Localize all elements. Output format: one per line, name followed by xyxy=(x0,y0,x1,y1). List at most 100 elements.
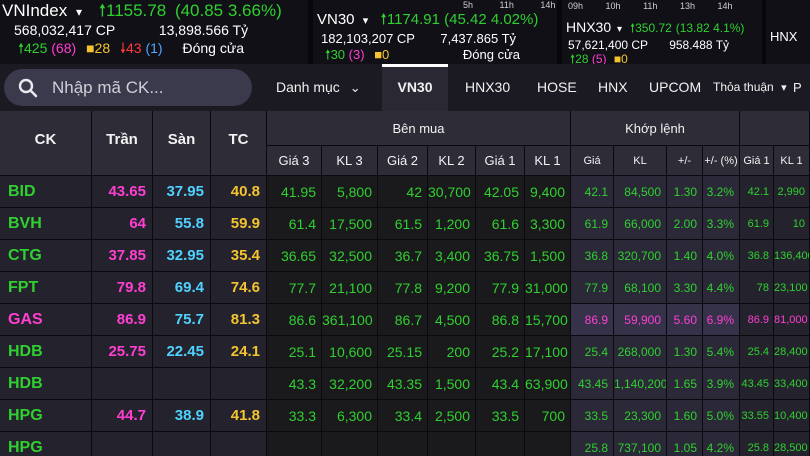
header-buy-col: KL 1 xyxy=(525,146,571,176)
chevron-down-icon[interactable]: ▾ xyxy=(76,5,82,19)
stock-symbol: HDB xyxy=(0,336,92,368)
index-amount: 7,437.865 Tỷ xyxy=(440,31,517,46)
bid-price: 42 xyxy=(378,176,428,208)
reference-price xyxy=(211,368,267,400)
match-volume: 84,500 xyxy=(614,176,667,208)
chevron-down-icon[interactable]: ▾ xyxy=(617,24,622,35)
bid-volume: 700 xyxy=(525,400,571,432)
bid-volume: 4,500 xyxy=(428,304,476,336)
tab-label: VN30 xyxy=(397,79,433,95)
match-volume: 23,300 xyxy=(614,400,667,432)
bid-price: 86.6 xyxy=(267,304,322,336)
square-icon: ■ xyxy=(374,47,383,62)
match-volume: 68,100 xyxy=(614,272,667,304)
match-change-pct: 3.2% xyxy=(703,176,740,208)
search-input[interactable] xyxy=(52,75,242,100)
reference-price: 59.9 xyxy=(211,208,267,240)
ask-price: 42.1 xyxy=(740,176,774,208)
bid-volume xyxy=(428,432,476,456)
ticker-time: 11h xyxy=(643,1,658,11)
bid-price: 36.7 xyxy=(378,240,428,272)
stock-symbol: CTG xyxy=(0,240,92,272)
match-change: 1.65 xyxy=(667,368,703,400)
header-sell-col: KL 1 xyxy=(774,146,810,176)
header-sell-col: Giá 1 xyxy=(740,146,774,176)
bid-volume: 1,500 xyxy=(428,368,476,400)
bid-volume: 200 xyxy=(428,336,476,368)
header-match-group: Khớp lệnh xyxy=(571,111,740,146)
match-volume: 59,900 xyxy=(614,304,667,336)
tab-more[interactable]: P xyxy=(793,64,810,111)
stock-symbol: HDB xyxy=(0,368,92,400)
market-status: Đóng cửa xyxy=(182,40,245,56)
chevron-down-icon[interactable]: ▾ xyxy=(363,15,369,27)
ceiling-price: 86.9 xyxy=(92,304,153,336)
match-price: 43.45 xyxy=(571,368,614,400)
header-match-col: Giá xyxy=(571,146,614,176)
bid-price: 25.2 xyxy=(476,336,525,368)
header-match-col: KL xyxy=(614,146,667,176)
tab-vn30[interactable]: VN30 xyxy=(382,64,448,111)
bid-volume: 63,900 xyxy=(525,368,571,400)
tab-upcom[interactable]: UPCOM xyxy=(649,64,701,111)
square-icon: ■ xyxy=(86,40,95,56)
reference-price: 35.4 xyxy=(211,240,267,272)
bid-volume: 10,600 xyxy=(322,336,378,368)
index-panel-hnx30[interactable]: 09h 10h 11h 13h 14h HNX30 ▾ 🠕350.72 (13.… xyxy=(562,0,762,64)
bid-price: 43.3 xyxy=(267,368,322,400)
tab-label: HOSE xyxy=(537,79,577,95)
index-amount: 13,898.566 Tỷ xyxy=(158,22,249,38)
tab-hose[interactable]: HOSE xyxy=(537,64,577,111)
chevron-down-icon: ⌄ xyxy=(349,80,361,95)
ask-volume: 10,400 xyxy=(774,400,810,432)
floor-price: 37.95 xyxy=(153,176,211,208)
match-volume: 737,100 xyxy=(614,432,667,456)
header-match-col: +/- (%) xyxy=(703,146,740,176)
bid-price: 41.95 xyxy=(267,176,322,208)
index-panel-hnx[interactable]: HNX xyxy=(766,0,810,64)
ask-price: 25.8 xyxy=(740,432,774,456)
tab-label: UPCOM xyxy=(649,79,702,95)
match-change: 1.30 xyxy=(667,336,703,368)
arrow-up-icon: 🠕 xyxy=(98,1,106,20)
bid-price: 77.8 xyxy=(378,272,428,304)
index-panel-vnindex[interactable]: VNIndex ▾ 🠕1155.78 (40.85 3.66%) 568,032… xyxy=(0,0,308,64)
header-buy-col: Giá 3 xyxy=(267,146,322,176)
tab-label: Thỏa thuận xyxy=(713,80,774,94)
ask-volume: 81,000 xyxy=(774,304,810,336)
index-up-count: 28 xyxy=(575,52,589,64)
tab-danh-muc[interactable]: Danh mục ⌄ xyxy=(276,64,376,111)
header-ceiling: Trần xyxy=(92,111,153,176)
index-ref-count: (68) xyxy=(51,40,77,56)
tab-thoa-thuan[interactable]: Thỏa thuận ▾ xyxy=(713,64,787,111)
index-change: (45.42 4.02%) xyxy=(444,11,539,28)
index-panel-vn30[interactable]: VN30 ▾ 🠕1174.91 (45.42 4.02%) 182,103,20… xyxy=(313,0,557,64)
ask-price: 86.9 xyxy=(740,304,774,336)
index-ref-count: (5) xyxy=(591,52,607,64)
index-value: 350.72 xyxy=(635,21,672,35)
ask-volume: 28,400 xyxy=(774,336,810,368)
match-change: 1.05 xyxy=(667,432,703,456)
bid-volume: 9,200 xyxy=(428,272,476,304)
ask-price: 25.4 xyxy=(740,336,774,368)
search-icon xyxy=(18,78,38,98)
ask-price: 61.9 xyxy=(740,208,774,240)
tab-hnx[interactable]: HNX xyxy=(598,64,628,111)
header-buy-col: Giá 1 xyxy=(476,146,525,176)
index-name: HNX xyxy=(770,29,798,44)
match-price: 36.8 xyxy=(571,240,614,272)
ticker-time: 09h xyxy=(568,1,584,11)
ceiling-price: 64 xyxy=(92,208,153,240)
tab-label: HNX30 xyxy=(465,79,511,95)
tab-hnx30[interactable]: HNX30 xyxy=(465,64,510,111)
stock-symbol: FPT xyxy=(0,272,92,304)
bid-volume: 17,500 xyxy=(322,208,378,240)
index-ref-count: (3) xyxy=(348,47,365,62)
ceiling-price: 79.8 xyxy=(92,272,153,304)
bid-volume: 6,300 xyxy=(322,400,378,432)
bid-price: 43.35 xyxy=(378,368,428,400)
search-box[interactable] xyxy=(4,69,252,106)
price-board: CK Trần Sàn TC Bên mua Khớp lệnh Giá 3 KL 3 Giá … xyxy=(0,111,810,456)
bid-price: 61.6 xyxy=(476,208,525,240)
index-down-count: 43 xyxy=(126,40,142,56)
